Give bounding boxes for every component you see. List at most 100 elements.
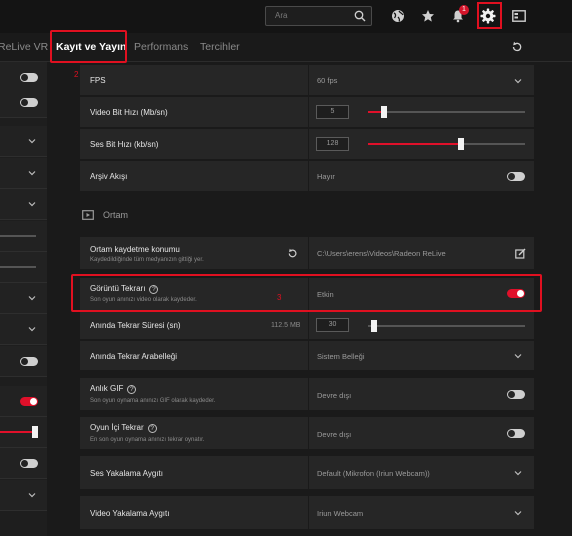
scrollbar-track[interactable] <box>550 62 572 536</box>
instant-gif-sub: Son oyun oynama anınızı GIF olarak kayde… <box>90 398 216 404</box>
row-archive-stream: Arşiv Akışı Hayır <box>80 161 534 192</box>
row-audio-bitrate: Ses Bit Hızı (kb/sn) 128 <box>80 129 534 160</box>
divider <box>308 129 309 159</box>
slider-knob[interactable] <box>457 138 464 150</box>
row-highlight-box <box>71 274 542 312</box>
divider <box>308 417 309 449</box>
row-audio-device[interactable]: Ses Yakalama Aygıtı Default (Mikrofon (I… <box>80 456 534 490</box>
row-media-location: Ortam kaydetme konumu Kaydedildiğinde tü… <box>80 237 534 270</box>
chevron-down-icon[interactable] <box>27 490 37 500</box>
left-row <box>0 87 47 118</box>
in-game-replay-value: Devre dışı <box>317 430 352 439</box>
star-icon[interactable] <box>418 6 438 26</box>
search-input[interactable]: Ara <box>275 11 287 20</box>
search-box[interactable]: Ara <box>265 6 372 26</box>
info-icon[interactable]: ? <box>127 385 137 394</box>
archive-stream-toggle[interactable] <box>507 172 525 181</box>
left-row <box>0 283 47 314</box>
chevron-down-icon[interactable] <box>27 293 37 303</box>
chevron-down-icon[interactable] <box>27 324 37 334</box>
in-game-replay-toggle[interactable] <box>507 429 525 438</box>
fps-value: 60 fps <box>317 76 338 85</box>
reset-icon[interactable] <box>511 40 523 58</box>
left-slider[interactable] <box>0 431 36 433</box>
left-slider[interactable] <box>0 266 36 268</box>
video-bitrate-slider[interactable] <box>368 106 525 118</box>
row-replay-buffer[interactable]: Anında Tekrar Arabelleği Sistem Belleği <box>80 341 534 371</box>
notification-badge: 1 <box>459 5 469 15</box>
left-row <box>0 221 47 252</box>
left-row <box>0 126 47 157</box>
tab-performance[interactable]: Performans <box>134 41 188 53</box>
left-row <box>0 480 47 511</box>
in-game-replay-label-wrap: Oyun İçi Tekrar? <box>90 423 157 433</box>
chevron-down-icon[interactable] <box>27 199 37 209</box>
left-toggle[interactable] <box>20 73 38 82</box>
search-icon[interactable] <box>354 10 366 22</box>
divider <box>308 161 309 191</box>
row-video-device[interactable]: Video Yakalama Aygıtı Iriun Webcam <box>80 496 534 530</box>
left-row <box>0 386 47 417</box>
divider <box>308 341 309 370</box>
replay-duration-slider[interactable] <box>368 320 525 332</box>
in-game-replay-sub: En son oyun oynama anınızı tekrar oynatı… <box>90 437 205 443</box>
left-toggle-on[interactable] <box>20 397 38 406</box>
tab-preferences[interactable]: Tercihler <box>200 41 240 53</box>
chevron-down-icon[interactable] <box>513 351 523 361</box>
slider-fill <box>368 143 461 145</box>
left-toggle[interactable] <box>20 459 38 468</box>
gear-highlight-box <box>477 2 502 29</box>
left-slider[interactable] <box>0 235 36 237</box>
replay-size: 112.5 MB <box>271 322 301 329</box>
divider <box>308 97 309 127</box>
slider-knob[interactable] <box>380 106 387 118</box>
annotation-3: 3 <box>277 293 282 302</box>
annotation-2: 2 <box>74 70 79 79</box>
left-row <box>0 252 47 283</box>
left-panel <box>0 62 47 536</box>
left-toggle[interactable] <box>20 98 38 107</box>
instant-gif-label: Anlık GIF <box>90 384 124 393</box>
row-replay-duration: Anında Tekrar Süresi (sn) 112.5 MB 30 <box>80 312 534 340</box>
left-slider-knob[interactable] <box>32 426 38 438</box>
audio-bitrate-input[interactable]: 128 <box>316 137 349 151</box>
row-fps[interactable]: FPS 60 fps <box>80 65 534 96</box>
left-row <box>0 189 47 220</box>
chevron-down-icon[interactable] <box>27 136 37 146</box>
replay-duration-input[interactable]: 30 <box>316 318 349 332</box>
media-location-value: C:\Users\erens\Videos\Radeon ReLive <box>317 249 446 258</box>
tab-relive-vr[interactable]: ReLive VR <box>0 41 48 53</box>
chevron-down-icon[interactable] <box>513 76 523 86</box>
instant-gif-value: Devre dışı <box>317 391 352 400</box>
video-bitrate-input[interactable]: 5 <box>316 105 349 119</box>
left-toggle[interactable] <box>20 357 38 366</box>
media-location-sub: Kaydedildiğinde tüm medyanızın gittiği y… <box>90 257 204 263</box>
edit-folder-icon[interactable] <box>515 248 526 259</box>
divider <box>308 237 309 269</box>
globe-icon[interactable] <box>388 6 408 26</box>
archive-stream-label: Arşiv Akışı <box>90 172 128 181</box>
chevron-down-icon[interactable] <box>513 468 523 478</box>
tab-highlight-box <box>50 30 127 63</box>
chevron-down-icon[interactable] <box>513 508 523 518</box>
slider-knob[interactable] <box>371 320 378 332</box>
audio-bitrate-label: Ses Bit Hızı (kb/sn) <box>90 140 159 149</box>
divider <box>308 312 309 339</box>
audio-bitrate-slider[interactable] <box>368 138 525 150</box>
row-in-game-replay: Oyun İçi Tekrar? En son oyun oynama anın… <box>80 417 534 450</box>
info-icon[interactable]: ? <box>147 424 157 433</box>
media-icon <box>82 210 94 220</box>
left-row <box>0 417 47 448</box>
video-bitrate-label: Video Bit Hızı (Mb/sn) <box>90 108 168 117</box>
audio-device-label: Ses Yakalama Aygıtı <box>90 469 163 478</box>
chevron-down-icon[interactable] <box>27 168 37 178</box>
divider <box>308 496 309 529</box>
reset-icon[interactable] <box>287 248 298 259</box>
video-device-value: Iriun Webcam <box>317 509 364 518</box>
divider <box>308 456 309 489</box>
instant-gif-toggle[interactable] <box>507 390 525 399</box>
replay-buffer-value: Sistem Belleği <box>317 352 365 361</box>
sidebar-panel-icon[interactable] <box>509 6 529 26</box>
row-video-bitrate: Video Bit Hızı (Mb/sn) 5 <box>80 97 534 128</box>
section-media-title: Ortam <box>103 210 129 220</box>
